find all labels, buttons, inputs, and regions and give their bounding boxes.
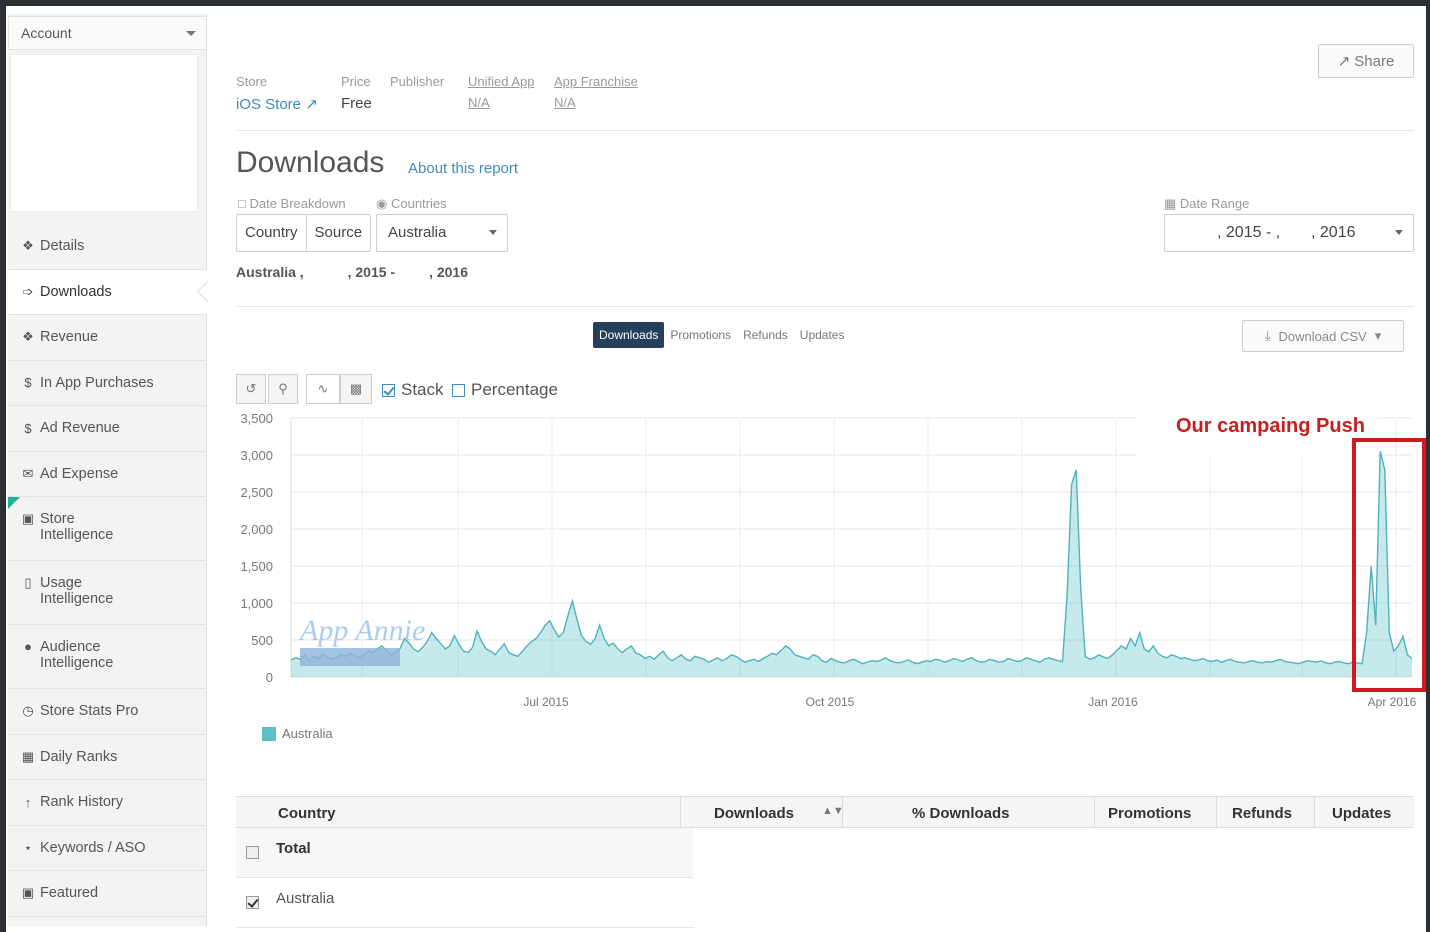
downloads-chart: 3,500 3,000 2,500 2,000 1,500 1,000 500 0 Jul 20… xyxy=(240,404,1426,709)
y-tick-label: 3,000 xyxy=(240,448,273,463)
y-tick-label: 1,500 xyxy=(240,559,273,574)
series-area-australia xyxy=(291,451,1412,677)
y-tick-label: 2,500 xyxy=(240,485,273,500)
x-tick-label: Jul 2015 xyxy=(523,695,569,709)
y-tick-label: 3,500 xyxy=(240,411,273,426)
y-tick-label: 2,000 xyxy=(240,522,273,537)
y-tick-label: 500 xyxy=(251,633,273,648)
x-tick-label: Apr 2016 xyxy=(1368,695,1417,709)
watermark-banner xyxy=(300,648,400,666)
y-tick-label: 0 xyxy=(266,670,273,685)
x-tick-label: Oct 2015 xyxy=(806,695,855,709)
y-tick-label: 1,000 xyxy=(240,596,273,611)
x-tick-label: Jan 2016 xyxy=(1088,695,1138,709)
series-line-australia xyxy=(290,451,1413,665)
annotation-label: Our campaing Push xyxy=(1176,415,1365,437)
app-annie-watermark: App Annie xyxy=(298,614,425,647)
